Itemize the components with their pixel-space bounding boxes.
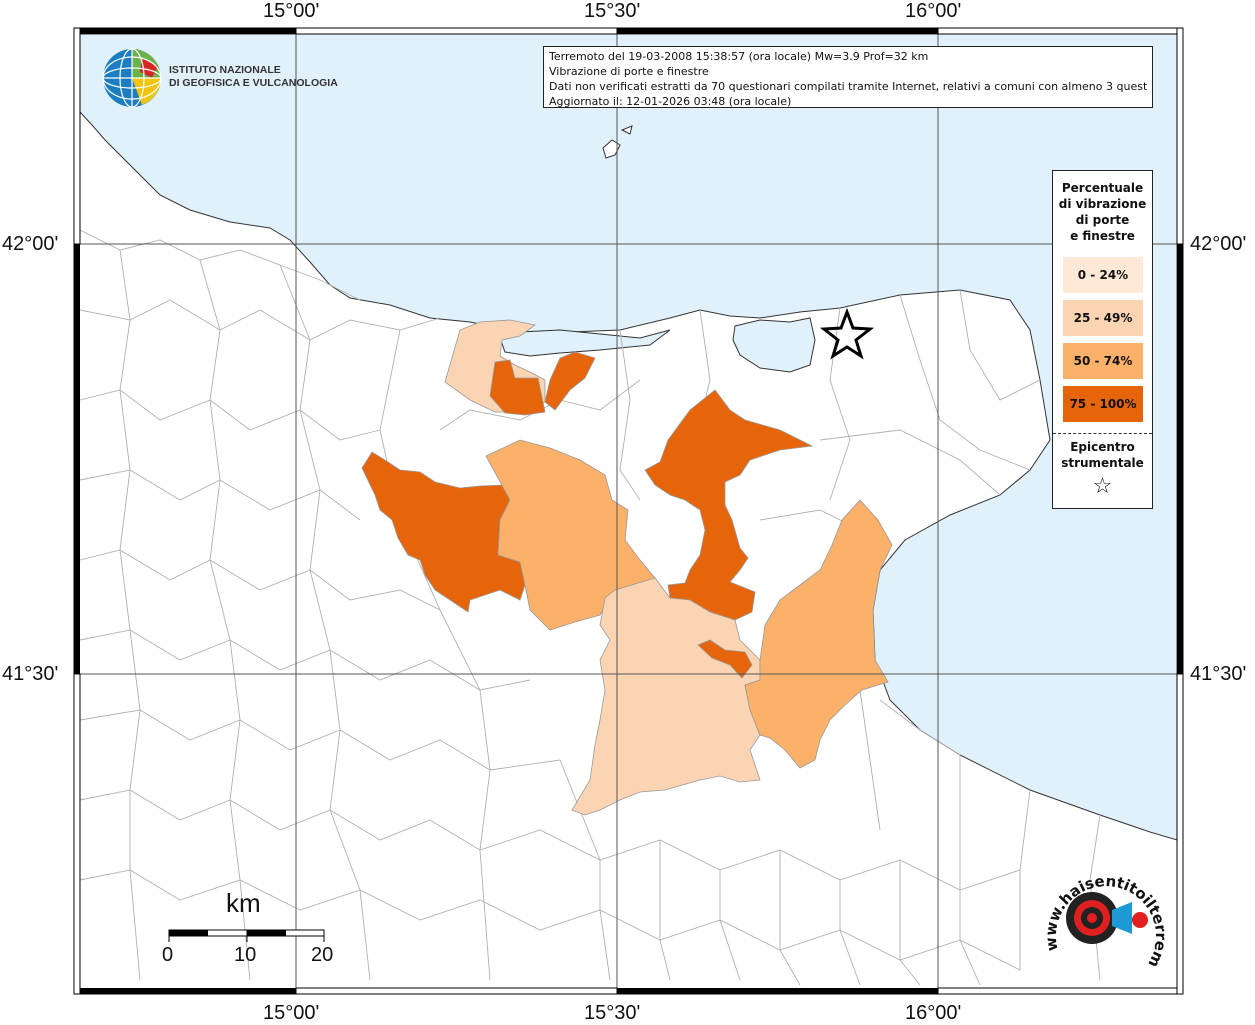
legend-item-75-100: 75 - 100% (1063, 386, 1143, 422)
lat-label-42-00-left: 42°00' (2, 233, 59, 255)
lon-label-16-00-top: 16°00' (905, 0, 962, 22)
haisentito-logo: www.haisentitoilterremoto.it (1040, 860, 1170, 970)
event-updated: Aggiornato il: 12-01-2026 03:48 (ora loc… (549, 95, 792, 108)
lat-label-41-30-left: 41°30' (2, 663, 59, 685)
legend-epicentre-label: Epicentro strumentale (1061, 440, 1144, 470)
lon-label-16-00-bottom: 16°00' (905, 1002, 962, 1024)
scale-unit: km (226, 888, 261, 918)
ingv-globe-logo (102, 48, 162, 108)
legend-item-0-24: 0 - 24% (1063, 257, 1143, 293)
legend-item-50-74: 50 - 74% (1063, 343, 1143, 379)
legend: Percentuale di vibrazione di porte e fin… (1052, 170, 1153, 509)
legend-star-icon: ☆ (1092, 474, 1113, 499)
lon-label-15-00-bottom: 15°00' (263, 1002, 320, 1024)
scale-tick-20: 20 (311, 944, 334, 966)
ingv-logo-text: ISTITUTO NAZIONALE DI GEOFISICA E VULCAN… (169, 64, 338, 89)
event-title: Terremoto del 19-03-2008 15:38:57 (ora l… (549, 50, 929, 63)
lat-label-41-30-right: 41°30' (1190, 663, 1247, 685)
scale-tick-0: 0 (162, 944, 174, 966)
lon-label-15-30-bottom: 15°30' (584, 1002, 641, 1024)
lon-label-15-00-top: 15°00' (263, 0, 320, 22)
lon-label-15-30-top: 15°30' (584, 0, 641, 22)
legend-title: Percentuale di vibrazione di porte e fin… (1058, 181, 1147, 243)
event-note: Dati non verificati estratti da 70 quest… (549, 80, 1147, 93)
lat-label-42-00-right: 42°00' (1190, 233, 1247, 255)
legend-item-25-49: 25 - 49% (1063, 300, 1143, 336)
event-info-box: Terremoto del 19-03-2008 15:38:57 (ora l… (543, 46, 1153, 108)
legend-separator (1053, 433, 1152, 434)
event-parameter: Vibrazione di porte e finestre (549, 65, 709, 78)
scale-tick-10: 10 (234, 944, 257, 966)
